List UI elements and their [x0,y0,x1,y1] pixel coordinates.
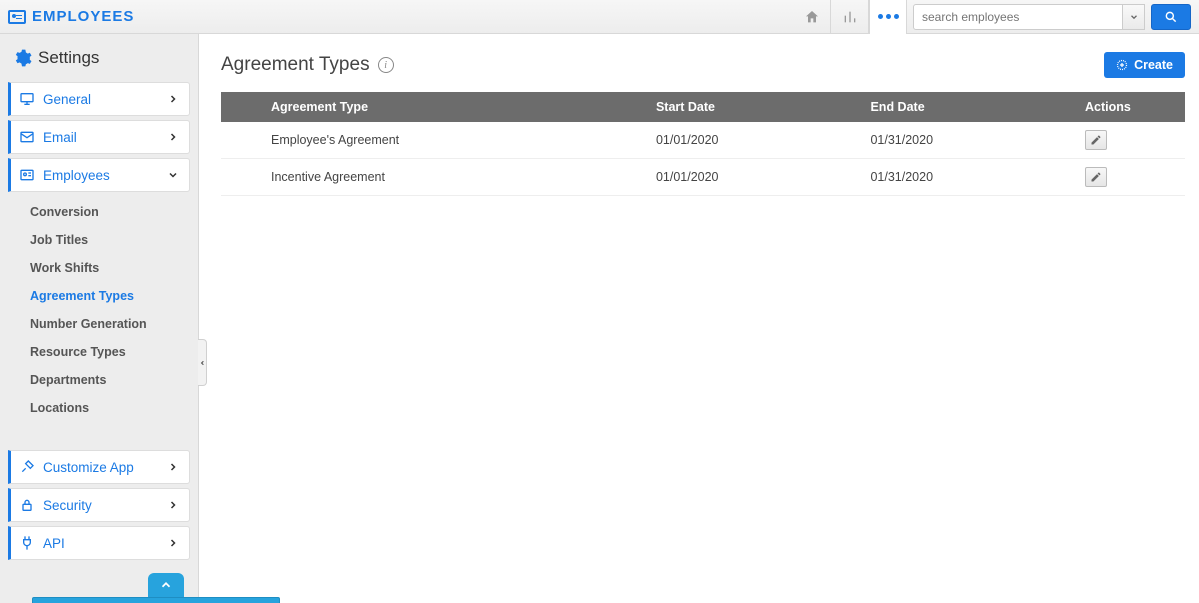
id-card-icon [19,167,35,183]
chevron-right-icon [167,499,179,511]
more-button[interactable] [869,0,907,34]
agreement-types-table: Agreement Type Start Date End Date Actio… [221,92,1185,196]
pencil-icon [1090,171,1102,183]
chevron-right-icon [167,537,179,549]
edit-button[interactable] [1085,167,1107,187]
sub-label: Resource Types [30,345,126,359]
pencil-icon [1090,134,1102,146]
sidebar-item-api[interactable]: API [8,526,190,560]
sub-label: Work Shifts [30,261,99,275]
cell-agreement-type: Incentive Agreement [261,159,646,196]
nav-label: Employees [43,168,110,183]
col-agreement-type[interactable]: Agreement Type [261,92,646,122]
bottom-panel-toggle [52,573,280,603]
cell-end-date: 01/31/2020 [860,159,1075,196]
chevron-right-icon [167,93,179,105]
chevron-down-icon [167,169,179,181]
col-end-date[interactable]: End Date [860,92,1075,122]
subnav-job-titles[interactable]: Job Titles [8,226,190,254]
page-title-text: Agreement Types [221,54,370,76]
table-row[interactable]: Incentive Agreement 01/01/2020 01/31/202… [221,159,1185,196]
gear-icon [12,48,32,68]
bottom-expand-button[interactable] [148,573,184,597]
main-content: Agreement Types i Create Agreement Type … [199,34,1199,603]
tools-icon [19,459,35,475]
edit-button[interactable] [1085,130,1107,150]
nav-label: Customize App [43,460,134,475]
subnav-number-generation[interactable]: Number Generation [8,310,190,338]
info-icon[interactable]: i [378,57,394,73]
employees-subnav: Conversion Job Titles Work Shifts Agreem… [8,196,190,428]
bar-chart-icon [842,9,858,25]
nav-label: API [43,536,65,551]
search-button[interactable] [1151,4,1191,30]
page-title: Agreement Types i [221,54,394,76]
more-dots-icon [878,14,899,19]
create-button[interactable]: Create [1104,52,1185,78]
sub-label: Agreement Types [30,289,134,303]
subnav-conversion[interactable]: Conversion [8,198,190,226]
sub-label: Departments [30,373,106,387]
plug-icon [19,535,35,551]
sidebar-item-employees[interactable]: Employees [8,158,190,192]
create-label: Create [1134,58,1173,72]
sidebar: Settings General Email Employees Con [0,34,199,603]
subnav-agreement-types[interactable]: Agreement Types [8,282,190,310]
col-start-date[interactable]: Start Date [646,92,861,122]
employees-app-icon [8,10,26,24]
col-blank [221,92,261,122]
cell-end-date: 01/31/2020 [860,122,1075,159]
reports-button[interactable] [831,0,869,34]
lock-icon [19,497,35,513]
table-row[interactable]: Employee's Agreement 01/01/2020 01/31/20… [221,122,1185,159]
subnav-resource-types[interactable]: Resource Types [8,338,190,366]
topbar-icons [793,0,907,34]
sub-label: Conversion [30,205,99,219]
search-input[interactable] [913,4,1123,30]
chevron-up-icon [157,578,175,592]
subnav-departments[interactable]: Departments [8,366,190,394]
cell-agreement-type: Employee's Agreement [261,122,646,159]
sidebar-item-email[interactable]: Email [8,120,190,154]
sub-label: Locations [30,401,89,415]
sidebar-title: Settings [8,44,190,78]
home-icon [804,9,820,25]
sidebar-title-text: Settings [38,48,99,68]
sidebar-item-customize-app[interactable]: Customize App [8,450,190,484]
sidebar-item-general[interactable]: General [8,82,190,116]
page-header: Agreement Types i Create [221,52,1185,78]
plus-icon [1116,59,1128,71]
monitor-icon [19,91,35,107]
sidebar-item-security[interactable]: Security [8,488,190,522]
nav-label: Email [43,130,77,145]
home-button[interactable] [793,0,831,34]
app-title-text: EMPLOYEES [32,8,134,25]
subnav-locations[interactable]: Locations [8,394,190,422]
cell-start-date: 01/01/2020 [646,159,861,196]
chevron-right-icon [167,131,179,143]
chevron-right-icon [167,461,179,473]
nav-label: General [43,92,91,107]
chevron-down-icon [1129,12,1139,22]
sub-label: Job Titles [30,233,88,247]
col-actions: Actions [1075,92,1185,122]
cell-start-date: 01/01/2020 [646,122,861,159]
bottom-panel-bar[interactable] [32,597,280,603]
sub-label: Number Generation [30,317,147,331]
table-header-row: Agreement Type Start Date End Date Actio… [221,92,1185,122]
search-icon [1164,10,1178,24]
nav-label: Security [43,498,92,513]
subnav-work-shifts[interactable]: Work Shifts [8,254,190,282]
topbar: EMPLOYEES [0,0,1199,34]
mail-icon [19,129,35,145]
search-dropdown[interactable] [1123,4,1145,30]
app-title[interactable]: EMPLOYEES [8,8,134,25]
search-wrap [913,4,1191,30]
